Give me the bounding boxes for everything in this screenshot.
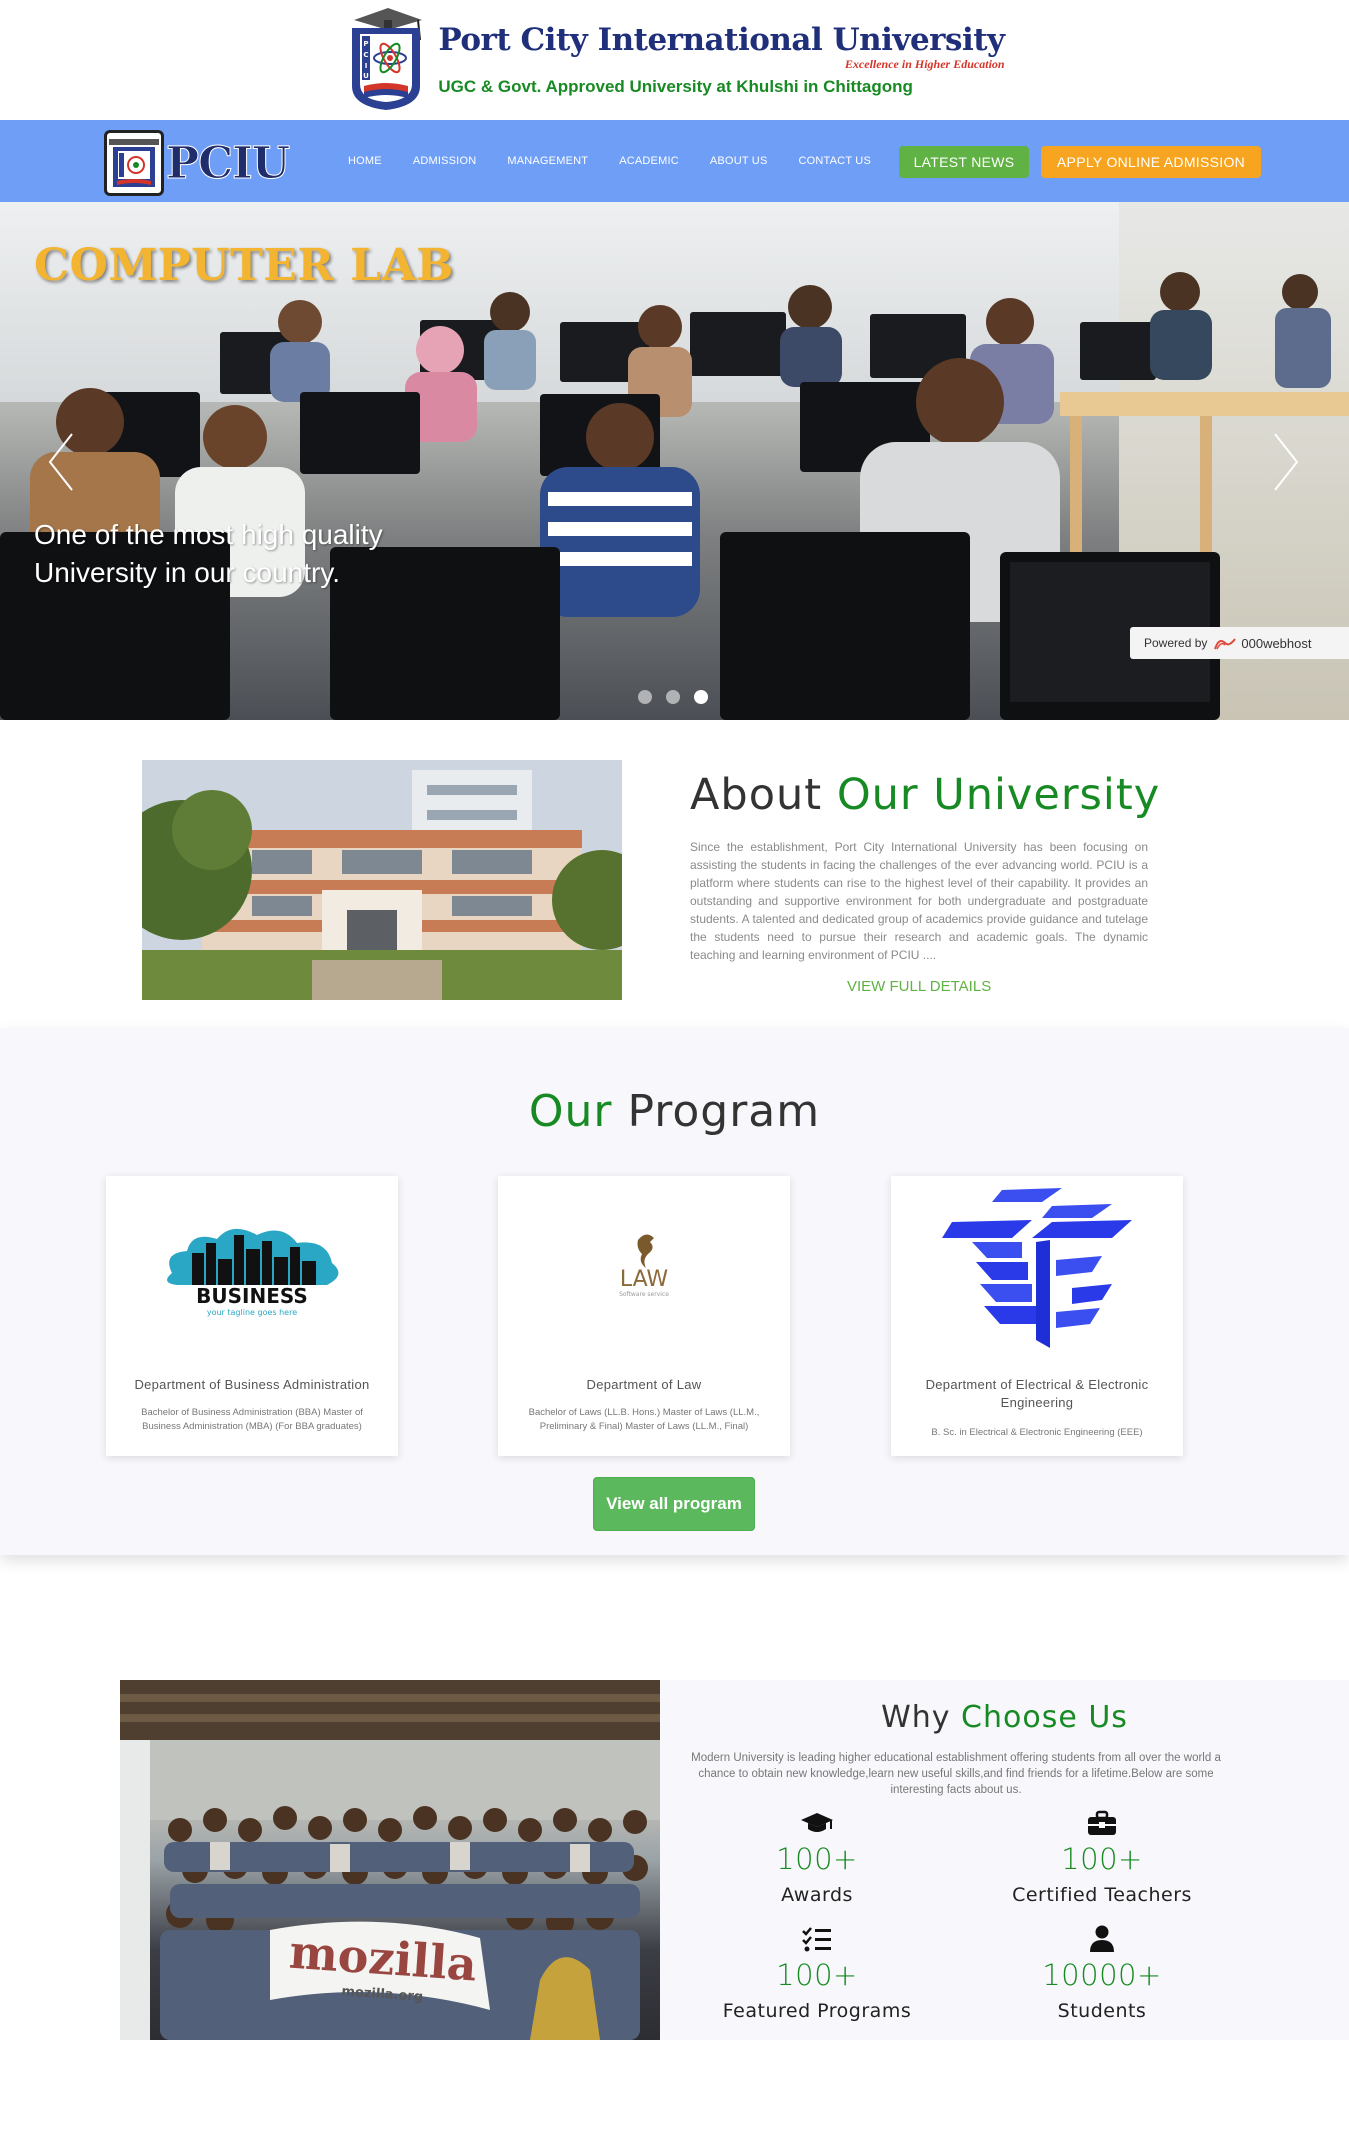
business-logo: BUSINESS your tagline goes here <box>120 1178 384 1358</box>
about-title-part2: Our University <box>836 770 1161 820</box>
nav-link-contact-us[interactable]: CONTACT US <box>799 155 872 167</box>
stat-number: 100+ <box>776 1958 858 1992</box>
law-logo-text: LAW <box>620 1267 669 1292</box>
nav-link-home[interactable]: HOME <box>348 155 382 167</box>
stat-awards: 100+ Awards <box>697 1810 937 1906</box>
stat-label: Awards <box>781 1884 853 1906</box>
program-card-business[interactable]: BUSINESS your tagline goes here Departme… <box>106 1176 398 1456</box>
stat-number: 100+ <box>776 1842 858 1876</box>
nav-logo-text: PCIU <box>165 137 290 189</box>
about-section: About Our University Since the establish… <box>0 720 1349 1028</box>
stat-label: Students <box>1057 2000 1147 2022</box>
webhost-logo-icon <box>1214 638 1237 650</box>
hero-title: COMPUTER LAB <box>34 240 454 291</box>
program-section: Our Program BUSINESS your tagline goes h… <box>0 1028 1349 1555</box>
why-title-part1: Why <box>881 1700 951 1735</box>
program-card-desc: B. Sc. in Electrical & Electronic Engine… <box>931 1427 1143 1438</box>
nav-logo-crest-icon <box>104 130 164 196</box>
program-title-part2: Program <box>627 1086 821 1137</box>
chevron-right-icon[interactable] <box>1271 432 1301 492</box>
program-card-law[interactable]: LAW Software service Department of Law B… <box>498 1176 790 1456</box>
nav-link-about-us[interactable]: ABOUT US <box>710 155 768 167</box>
user-icon <box>1090 1925 1114 1952</box>
program-card-desc: Bachelor of Laws (LL.B. Hons.) Master of… <box>528 1407 760 1432</box>
slider-dot-1[interactable] <box>638 690 652 704</box>
program-card-title: Department of Business Administration <box>134 1377 370 1392</box>
why-choose-us-section: mozilla mozilla.org Why Choose Us Modern… <box>120 1680 1349 2040</box>
nav-links: HOME ADMISSION MANAGEMENT ACADEMIC ABOUT… <box>348 120 902 202</box>
slider-dot-3[interactable] <box>694 690 708 704</box>
stat-label: Featured Programs <box>722 2000 912 2022</box>
program-title: Our Program <box>0 1086 1349 1137</box>
university-logo[interactable]: P C I U Port City International Universi… <box>344 6 1005 114</box>
stat-certified-teachers: 100+ Certified Teachers <box>982 1810 1222 1906</box>
eee-logo <box>905 1178 1169 1358</box>
apply-online-admission-button[interactable]: APPLY ONLINE ADMISSION <box>1041 146 1261 178</box>
program-card-title: Department of Law <box>586 1377 702 1392</box>
view-all-program-button[interactable]: View all program <box>593 1477 755 1531</box>
approval-text: UGC & Govt. Approved University at Khuls… <box>438 77 913 96</box>
nav-link-management[interactable]: MANAGEMENT <box>507 155 588 167</box>
nav-link-academic[interactable]: ACADEMIC <box>619 155 679 167</box>
top-header: P C I U Port City International Universi… <box>0 0 1349 120</box>
slider-dot-2[interactable] <box>666 690 680 704</box>
webhost-brand: 000webhost <box>1241 635 1312 651</box>
business-logo-sub: your tagline goes here <box>207 1308 297 1317</box>
about-title: About Our University <box>690 770 1160 820</box>
hero-slider: COMPUTER LAB One of the most high qualit… <box>0 202 1349 720</box>
stat-label: Certified Teachers <box>1012 1884 1192 1906</box>
university-tagline: Excellence in Higher Education <box>844 57 1005 71</box>
stat-students: 10000+ Students <box>982 1925 1222 2022</box>
program-card-title: Department of Electrical & Electronic En… <box>925 1377 1149 1410</box>
law-logo-sub: Software service <box>619 1291 669 1298</box>
slider-dots <box>638 690 708 704</box>
why-title-part2: Choose Us <box>961 1700 1128 1735</box>
svg-text:U: U <box>364 72 370 80</box>
list-check-icon <box>802 1927 831 1952</box>
stat-number: 10000+ <box>1042 1958 1162 1992</box>
graduation-cap-icon <box>801 1813 833 1832</box>
powered-by-label: Powered by <box>1144 636 1208 650</box>
svg-text:I: I <box>365 62 368 70</box>
campus-photo <box>142 760 622 1000</box>
nav-link-admission[interactable]: ADMISSION <box>413 155 477 167</box>
powered-by-badge[interactable]: Powered by 000webhost <box>1130 627 1349 659</box>
about-title-part1: About <box>690 770 823 820</box>
chevron-left-icon[interactable] <box>46 432 76 492</box>
university-name: Port City International University <box>438 22 1005 58</box>
why-title: Why Choose Us <box>660 1700 1349 1735</box>
law-logo: LAW Software service <box>512 1178 776 1358</box>
navbar: PCIU HOME ADMISSION MANAGEMENT ACADEMIC … <box>0 120 1349 202</box>
students-group-photo: mozilla mozilla.org <box>120 1680 660 2040</box>
business-logo-text: BUSINESS <box>196 1284 308 1308</box>
about-text: Since the establishment, Port City Inter… <box>690 840 1148 962</box>
svg-text:P: P <box>364 40 369 48</box>
why-text: Modern University is leading higher educ… <box>691 1752 1221 1796</box>
nav-logo[interactable]: PCIU <box>104 130 291 196</box>
university-crest-icon: P C I U <box>352 8 423 110</box>
program-title-part1: Our <box>528 1086 613 1137</box>
program-card-desc: Bachelor of Business Administration (BBA… <box>141 1407 363 1432</box>
briefcase-icon <box>1088 1810 1116 1835</box>
stat-featured-programs: 100+ Featured Programs <box>697 1926 937 2022</box>
stat-number: 100+ <box>1061 1842 1143 1876</box>
svg-text:C: C <box>364 51 369 59</box>
view-full-details-link[interactable]: VIEW FULL DETAILS <box>847 978 991 995</box>
hero-caption: One of the most high quality University … <box>34 519 383 588</box>
program-card-eee[interactable]: Department of Electrical & Electronic En… <box>891 1176 1183 1456</box>
latest-news-button[interactable]: LATEST NEWS <box>899 146 1029 178</box>
